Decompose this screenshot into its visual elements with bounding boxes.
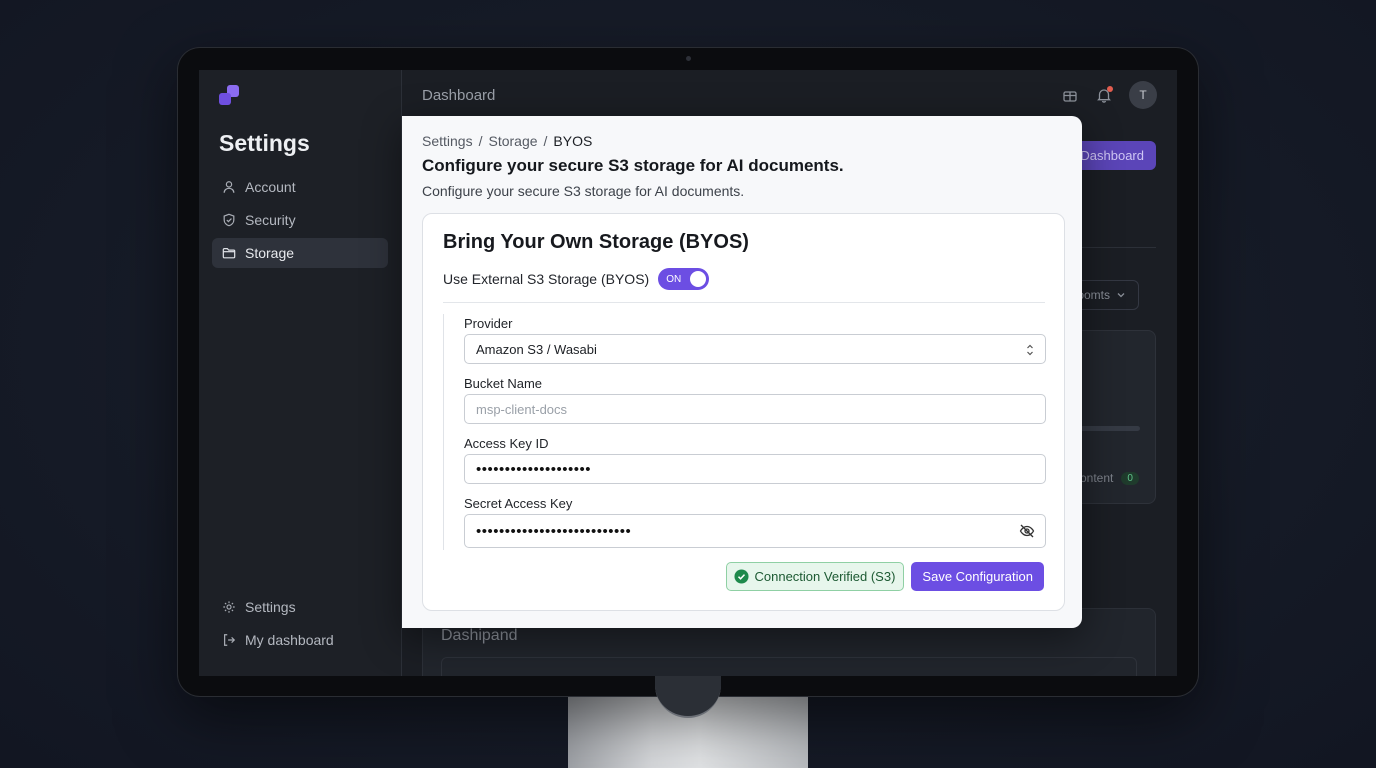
sidebar-item-label: Storage (245, 245, 295, 261)
sidebar-item-security[interactable]: Security (212, 205, 388, 235)
connection-status-text: Connection Verified (S3) (754, 569, 896, 584)
gift-icon[interactable] (1061, 86, 1079, 104)
notification-dot (1107, 86, 1113, 92)
sidebar-item-my-dashboard[interactable]: My dashboard (212, 625, 388, 655)
chevron-updown-icon (1027, 344, 1033, 356)
sidebar-item-label: Account (245, 179, 296, 195)
progress-bar (1080, 426, 1140, 431)
sidebar-bottom-nav: Settings My dashboard (212, 592, 388, 658)
topbar-actions: T (1061, 81, 1157, 109)
divider (443, 302, 1045, 303)
secret-key-input[interactable]: ••••••••••••••••••••••••••• (464, 514, 1046, 548)
page-title: Dashboard (422, 87, 496, 104)
byos-card: Bring Your Own Storage (BYOS) Use Extern… (422, 213, 1065, 611)
sidebar-item-label: Security (245, 212, 296, 228)
filter-select-label: oomts (1077, 288, 1110, 302)
user-icon (223, 181, 235, 193)
sidebar-nav: Account Security Storage (212, 172, 388, 271)
modal-title: Configure your secure S3 storage for AI … (422, 156, 844, 175)
bucket-name-input[interactable]: msp-client-docs (464, 394, 1046, 424)
breadcrumb-byos: BYOS (553, 133, 593, 149)
sidebar-item-label: Settings (245, 599, 296, 615)
breadcrumb: Settings / Storage / BYOS (422, 133, 593, 149)
content-label: ontent (1080, 471, 1114, 485)
sidebar-title: Settings (219, 130, 310, 156)
breadcrumb-settings[interactable]: Settings (422, 133, 473, 149)
sidebar-item-storage[interactable]: Storage (212, 238, 388, 268)
provider-label: Provider (464, 316, 513, 331)
access-key-value: •••••••••••••••••••• (476, 460, 592, 478)
shield-icon (223, 213, 235, 227)
sidebar: Settings Account Security Storage Settin… (199, 70, 402, 676)
content-badge: 0 (1121, 471, 1139, 485)
breadcrumb-storage[interactable]: Storage (488, 133, 537, 149)
s3-fields: Provider Amazon S3 / Wasabi Bucket Name … (443, 314, 1046, 550)
access-key-label: Access Key ID (464, 436, 549, 451)
logout-icon (224, 634, 236, 646)
app-logo[interactable] (219, 85, 241, 107)
byos-toggle[interactable]: ON (658, 268, 710, 290)
bucket-label: Bucket Name (464, 376, 543, 391)
secret-key-value: ••••••••••••••••••••••••••• (476, 522, 632, 540)
toggle-knob (690, 271, 707, 287)
byos-toggle-row: Use External S3 Storage (BYOS) ON (443, 268, 710, 290)
webcam (686, 56, 691, 61)
panel-content (441, 657, 1137, 676)
modal-subtitle: Configure your secure S3 storage for AI … (422, 183, 745, 199)
save-configuration-button[interactable]: Save Configuration (911, 562, 1044, 591)
check-circle-icon (733, 569, 749, 584)
secret-key-label: Secret Access Key (464, 496, 573, 511)
content-count: ontent 0 (1080, 471, 1139, 485)
byos-config-modal: Settings / Storage / BYOS Configure your… (402, 116, 1082, 628)
bell-icon[interactable] (1095, 86, 1113, 104)
panel-title: Dashipand (441, 627, 518, 644)
provider-value: Amazon S3 / Wasabi (476, 341, 597, 357)
access-key-input[interactable]: •••••••••••••••••••• (464, 454, 1046, 484)
chevron-down-icon (1117, 293, 1125, 298)
sidebar-item-account[interactable]: Account (212, 172, 388, 202)
sidebar-item-settings[interactable]: Settings (212, 592, 388, 622)
bucket-placeholder: msp-client-docs (476, 401, 568, 417)
toggle-state: ON (666, 273, 682, 285)
divider (1079, 247, 1156, 248)
folder-icon (222, 248, 236, 259)
connection-status-badge: Connection Verified (S3) (725, 562, 905, 591)
provider-select[interactable]: Amazon S3 / Wasabi (464, 334, 1046, 364)
gear-icon (223, 601, 235, 613)
card-actions: Connection Verified (S3) Save Configurat… (725, 562, 1044, 591)
card-title: Bring Your Own Storage (BYOS) (443, 231, 749, 253)
app-screen: Settings Account Security Storage Settin… (199, 70, 1177, 676)
toggle-label: Use External S3 Storage (BYOS) (443, 271, 650, 287)
sidebar-item-label: My dashboard (245, 632, 334, 648)
eye-off-icon[interactable] (1019, 523, 1035, 539)
avatar[interactable]: T (1129, 81, 1157, 109)
